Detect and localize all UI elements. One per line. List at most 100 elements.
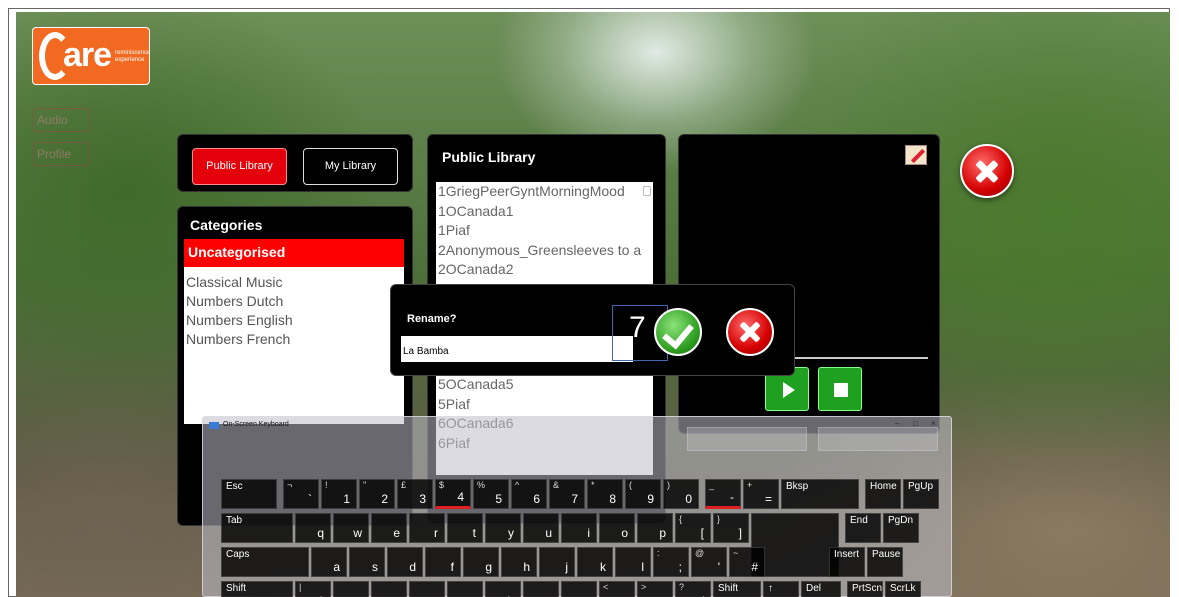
key-shift[interactable]: Shift [713,581,761,597]
key-main-label: ' [717,560,720,574]
category-selected[interactable]: Uncategorised [184,239,404,267]
key-m[interactable]: m [561,581,597,597]
key-5[interactable]: % 5 [473,479,509,509]
key-scrlk[interactable]: ScrLk [885,581,921,597]
key-pgup[interactable]: PgUp [903,479,939,509]
cancel-x-icon[interactable] [726,308,774,356]
my-library-tab[interactable]: My Library [303,148,398,185]
stop-button[interactable] [818,367,862,411]
minimize-icon[interactable]: – [895,419,899,429]
key-z[interactable]: z [333,581,369,597]
key-label: k [600,560,606,574]
key-6[interactable]: ^ 6 [511,479,547,509]
key-4[interactable]: $4 [435,479,471,509]
edit-icon[interactable] [905,145,927,165]
key-7[interactable]: & 7 [549,479,585,509]
track-item[interactable]: 5Piaf [436,395,653,415]
key-3[interactable]: £3 [397,479,433,509]
key-h[interactable]: h [501,547,537,577]
key-p[interactable]: p [637,513,673,543]
key-del[interactable]: Del [801,581,841,597]
key-label: Esc [226,481,243,492]
key-1[interactable]: ! 1 [321,479,357,509]
category-item[interactable]: Numbers English [184,311,404,330]
key-2[interactable]: " 2 [359,479,395,509]
key-label: PgDn [888,515,914,526]
key-home[interactable]: Home [865,479,901,509]
key-e[interactable]: e [371,513,407,543]
key-s[interactable]: s [349,547,385,577]
key-x96[interactable]: ¬ ` [283,479,319,509]
key-x[interactable]: x [371,581,407,597]
key-v[interactable]: v [447,581,483,597]
key-x61[interactable]: + = [743,479,779,509]
key-w[interactable]: w [333,513,369,543]
key-tab[interactable]: Tab [221,513,293,543]
category-item[interactable]: Numbers Dutch [184,292,404,311]
key-l[interactable]: l [615,547,651,577]
key-insert[interactable]: Insert [829,547,865,577]
key-x39[interactable]: @ ' [691,547,727,577]
scroll-up-icon[interactable] [643,186,651,196]
key-q[interactable]: q [295,513,331,543]
category-item[interactable]: Classical Music [184,273,404,292]
key-x35[interactable]: ~ # [729,547,765,577]
confirm-check-icon[interactable] [654,308,702,356]
key-x93[interactable]: }] [713,513,749,543]
track-item[interactable]: 1GriegPeerGyntMorningMood [436,182,653,202]
key-g[interactable]: g [463,547,499,577]
rename-input[interactable] [401,336,633,362]
key-b[interactable]: b [485,581,521,597]
key-n[interactable]: n [523,581,559,597]
public-library-tab[interactable]: Public Library [192,148,287,185]
key-x45[interactable]: _ - [705,479,741,509]
key-r[interactable]: r [409,513,445,543]
key-a[interactable]: a [311,547,347,577]
key-label: Shift [718,583,739,594]
key-j[interactable]: j [539,547,575,577]
key-d[interactable]: d [387,547,423,577]
key-shifted-label: } [717,514,721,524]
key-f[interactable]: f [425,547,461,577]
key-t[interactable]: t [447,513,483,543]
key-x8593[interactable]: ↑ [763,581,799,597]
track-item[interactable]: 1Piaf [436,221,653,241]
key-k[interactable]: k [577,547,613,577]
key-esc[interactable]: Esc [221,479,277,509]
key-9[interactable]: (9 [625,479,661,509]
key-shifted-label: % [477,480,486,490]
key-y[interactable]: y [485,513,521,543]
track-item[interactable]: 2Anonymous_Greensleeves to a [436,241,653,261]
key-bksp[interactable]: Bksp [781,479,859,509]
key-0[interactable]: ) 0 [663,479,699,509]
key-main-label: ] [738,526,742,540]
key-shift[interactable]: Shift [221,581,293,597]
key-shifted-label: ! [325,480,328,490]
key-label: PrtScn [852,583,883,594]
category-item[interactable]: Numbers French [184,330,404,349]
key-8[interactable]: * 8 [587,479,623,509]
key-x91[interactable]: {[ [675,513,711,543]
key-c[interactable]: c [409,581,445,597]
key-prtscn[interactable]: PrtScn [847,581,883,597]
key-x92[interactable]: |\ [295,581,331,597]
track-item[interactable]: 1OCanada1 [436,202,653,222]
key-i[interactable]: i [561,513,597,543]
key-x47[interactable]: ?/ [675,581,711,597]
track-item[interactable]: 5OCanada5 [436,375,653,395]
audio-button[interactable]: Audio [32,108,90,132]
key-pause[interactable]: Pause [867,547,903,577]
key-x46[interactable]: >. [637,581,673,597]
profile-button[interactable]: Profile [32,142,90,166]
key-caps[interactable]: Caps [221,547,309,577]
window-close-icon[interactable]: × [931,419,936,429]
key-o[interactable]: o [599,513,635,543]
key-pgdn[interactable]: PgDn [883,513,919,543]
maximize-icon[interactable]: □ [913,419,918,429]
key-x44[interactable]: <, [599,581,635,597]
close-icon[interactable] [960,144,1014,198]
key-x59[interactable]: :; [653,547,689,577]
key-end[interactable]: End [845,513,881,543]
track-item[interactable]: 2OCanada2 [436,260,653,280]
key-u[interactable]: u [523,513,559,543]
